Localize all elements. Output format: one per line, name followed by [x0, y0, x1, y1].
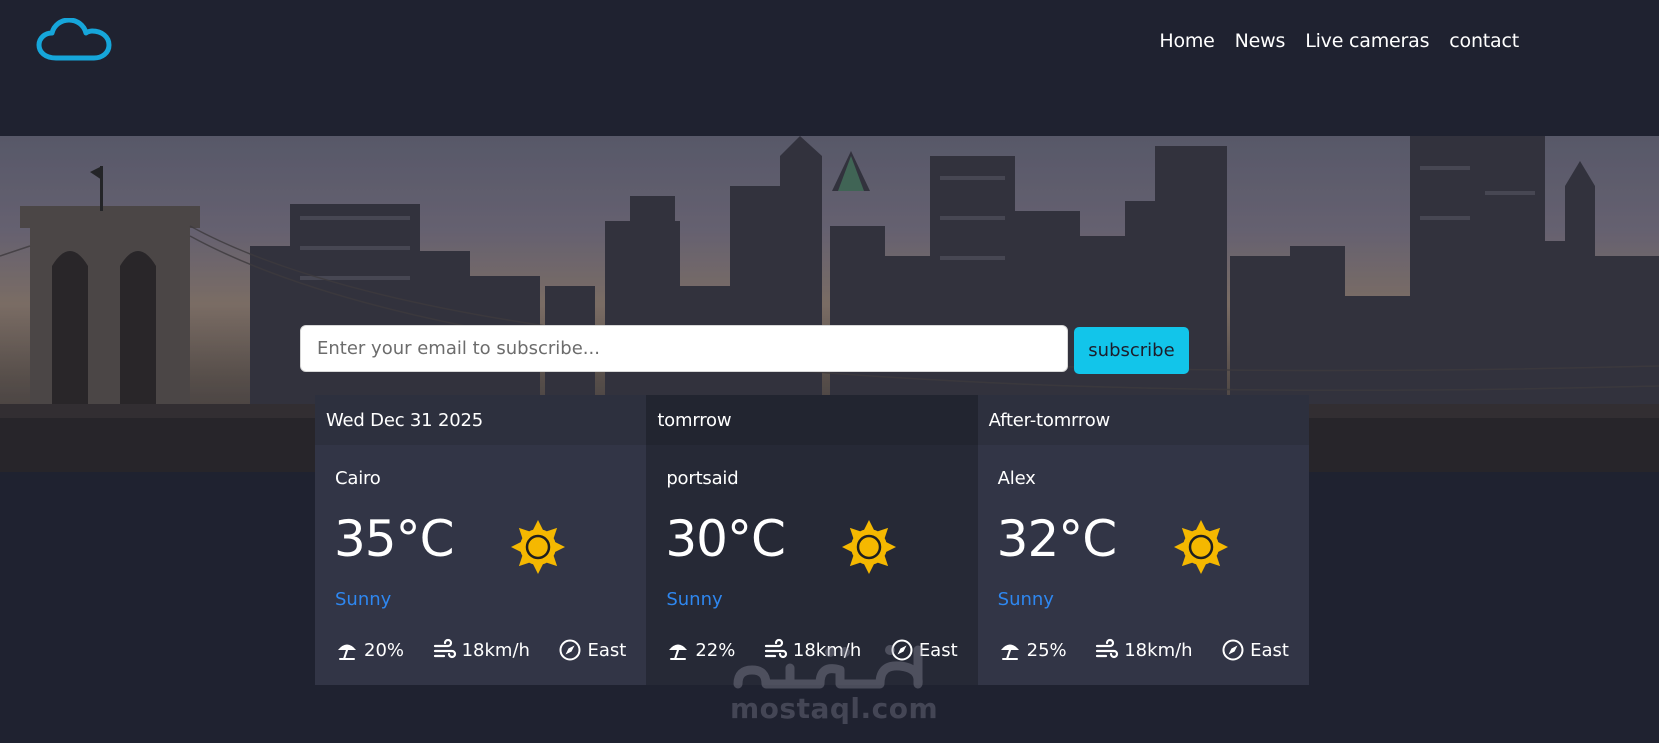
card-date: Wed Dec 31 2025	[315, 395, 647, 445]
weather-condition: Sunny	[335, 589, 392, 610]
umbrella-icon	[669, 644, 688, 660]
rain-chance: 25%	[998, 638, 1067, 662]
compass-icon	[1222, 639, 1244, 661]
wind-speed: 18km/h	[1095, 638, 1193, 662]
nav-link-live-cameras[interactable]: Live cameras	[1305, 30, 1429, 52]
rain-chance: 22%	[666, 638, 735, 662]
wind-direction: East	[558, 638, 626, 662]
forecast-card-today: Wed Dec 31 2025 Cairo 35°C Sunny 20% 18k…	[315, 395, 647, 685]
email-input[interactable]	[300, 325, 1068, 372]
main-nav: Home News Live cameras contact	[1159, 30, 1519, 52]
rain-chance: 20%	[335, 638, 404, 662]
weather-condition: Sunny	[666, 589, 723, 610]
temperature: 32°C	[996, 510, 1118, 568]
cloud-icon[interactable]	[36, 18, 114, 64]
weather-stats: 20% 18km/h East	[335, 638, 626, 662]
city-name: Alex	[997, 468, 1036, 489]
umbrella-icon	[338, 644, 356, 660]
city-name: portsaid	[666, 468, 739, 489]
sun-icon	[842, 520, 897, 574]
wind-speed: 18km/h	[433, 638, 530, 662]
nav-link-news[interactable]: News	[1235, 30, 1286, 52]
weather-condition: Sunny	[997, 589, 1054, 610]
direction-value: East	[587, 639, 627, 661]
watermark-text: mostaql.com	[730, 692, 939, 725]
direction-value: East	[1250, 639, 1289, 661]
temperature: 35°C	[334, 510, 455, 568]
navbar: Home News Live cameras contact	[0, 0, 1659, 136]
compass-icon	[559, 639, 581, 661]
rain-value: 20%	[364, 639, 405, 661]
subscribe-form: subscribe	[300, 325, 1190, 375]
city-name: Cairo	[335, 468, 381, 489]
forecast-card-after-tomorrow: After-tomrrow Alex 32°C Sunny 25% 18km/h…	[977, 395, 1309, 685]
watermark: mostaql.com	[730, 640, 938, 730]
wind-value: 18km/h	[1124, 639, 1193, 661]
card-date: tomrrow	[646, 395, 978, 445]
sun-icon	[1173, 520, 1228, 574]
card-date: After-tomrrow	[977, 395, 1309, 445]
umbrella-icon	[1000, 644, 1019, 660]
wind-value: 18km/h	[461, 639, 530, 661]
subscribe-button[interactable]: subscribe	[1074, 327, 1189, 374]
watermark-logo	[733, 645, 923, 689]
wind-icon	[433, 638, 456, 659]
sun-icon	[511, 520, 565, 574]
wind-icon	[1096, 638, 1119, 659]
weather-stats: 25% 18km/h East	[998, 638, 1289, 662]
rain-value: 25%	[1026, 639, 1067, 661]
wind-direction: East	[1221, 638, 1289, 662]
nav-link-contact[interactable]: contact	[1449, 30, 1519, 52]
temperature: 30°C	[665, 510, 786, 568]
nav-link-home[interactable]: Home	[1159, 30, 1215, 52]
